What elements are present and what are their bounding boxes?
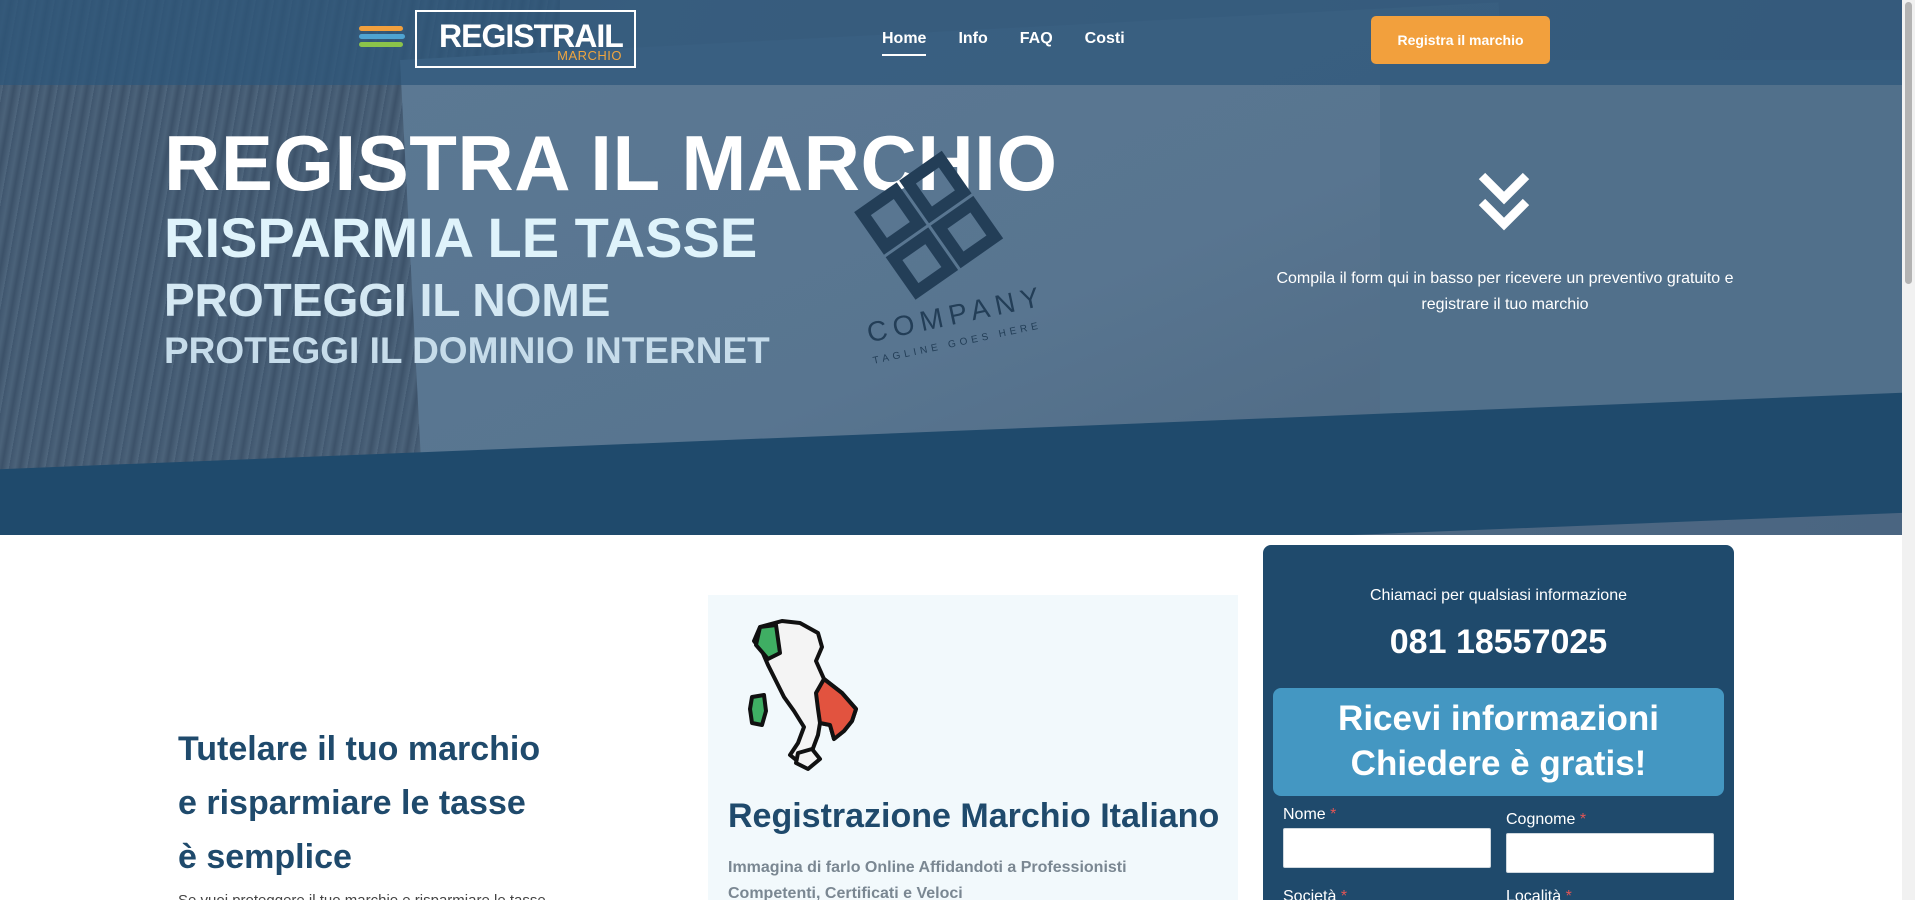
required-mark: * xyxy=(1579,811,1587,828)
page-scrollbar[interactable] xyxy=(1902,0,1915,900)
hero-subheadline-1: RISPARMIA LE TASSE xyxy=(164,206,758,269)
societa-label: Società * xyxy=(1283,888,1347,900)
register-trademark-button[interactable]: Registra il marchio xyxy=(1371,16,1550,64)
info-request-title: Ricevi informazioni xyxy=(1338,699,1659,738)
menu-item-faq[interactable]: FAQ xyxy=(1020,30,1053,56)
logo-stripe xyxy=(359,42,403,47)
localita-label-text: Località xyxy=(1506,888,1562,900)
service-card-italy: Registrazione Marchio Italiano Immagina … xyxy=(708,595,1238,900)
societa-label-text: Società xyxy=(1283,888,1337,900)
cognome-field[interactable] xyxy=(1506,833,1714,873)
cognome-label-text: Cognome xyxy=(1506,811,1576,828)
intro-title-line: e risparmiare le tasse xyxy=(178,784,526,822)
cognome-label: Cognome * xyxy=(1506,811,1586,829)
hero-form-note: Compila il form qui in basso per ricever… xyxy=(1276,270,1734,313)
logo-stripe xyxy=(359,34,405,39)
intro-title-line: Tutelare il tuo marchio xyxy=(178,730,541,768)
card-description: Immagina di farlo Online Affidandoti a P… xyxy=(728,859,1127,900)
hero-subheadline-3: PROTEGGI IL DOMINIO INTERNET xyxy=(164,330,770,371)
nome-label-text: Nome xyxy=(1283,806,1326,823)
required-mark: * xyxy=(1330,806,1337,823)
intro-text: Se vuoi proteggere il tuo marchio e risp… xyxy=(178,892,546,900)
phone-number[interactable]: 081 18557025 xyxy=(1263,623,1734,662)
info-request-box: Ricevi informazioni Chiedere è gratis! xyxy=(1273,688,1724,796)
hero-subheadline-2: PROTEGGI IL NOME xyxy=(164,274,611,326)
nome-label: Nome * xyxy=(1283,806,1336,824)
call-us-text: Chiamaci per qualsiasi informazione xyxy=(1369,587,1627,604)
italy-map-icon xyxy=(748,619,858,771)
main-menu: Home Info FAQ Costi xyxy=(882,30,1125,56)
intro-title: Tutelare il tuo marchio e risparmiare le… xyxy=(178,722,540,884)
logo-subtext: MARCHIO xyxy=(557,48,622,63)
site-logo[interactable]: REGISTRAIL MARCHIO xyxy=(415,10,636,68)
menu-item-costi[interactable]: Costi xyxy=(1085,30,1125,56)
logo-stripes-icon xyxy=(359,26,405,50)
logo-stripe xyxy=(359,26,403,31)
company-logo-graphic xyxy=(854,150,1004,300)
top-navbar: REGISTRAIL MARCHIO Home Info FAQ Costi R… xyxy=(0,0,1902,85)
intro-title-line: è semplice xyxy=(178,838,352,876)
card-title: Registrazione Marchio Italiano xyxy=(728,797,1220,835)
required-mark: * xyxy=(1340,888,1348,900)
double-chevron-down-icon[interactable] xyxy=(1478,170,1530,232)
scrollbar-thumb[interactable] xyxy=(1905,2,1912,284)
menu-item-info[interactable]: Info xyxy=(958,30,987,56)
info-request-subtitle: Chiedere è gratis! xyxy=(1350,744,1647,783)
contact-form-panel: Chiamaci per qualsiasi informazione 081 … xyxy=(1263,545,1734,900)
localita-label: Località * xyxy=(1506,888,1572,900)
nome-field[interactable] xyxy=(1283,828,1491,868)
required-mark: * xyxy=(1565,888,1572,900)
menu-item-home[interactable]: Home xyxy=(882,30,927,56)
